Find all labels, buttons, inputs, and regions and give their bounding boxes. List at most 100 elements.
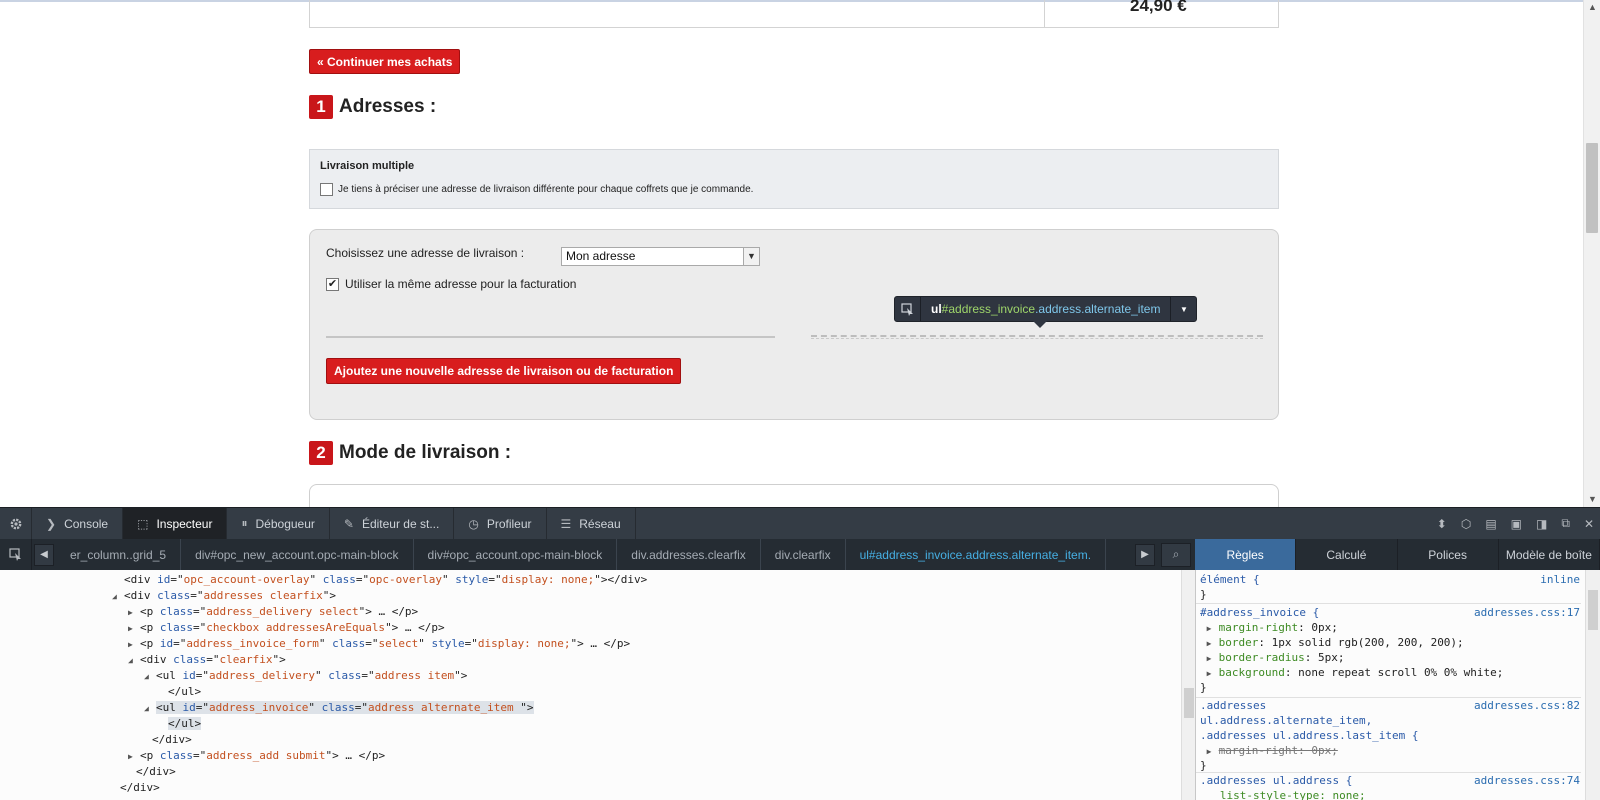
- dropdown-arrow-icon[interactable]: ▼: [1170, 297, 1196, 321]
- markup-node[interactable]: <div id="opc_account-overlay" class="opc…: [112, 572, 647, 588]
- markup-node[interactable]: ▶ <p class="address_add submit"> … </p>: [128, 748, 385, 764]
- tab-debugger[interactable]: ⏸ Débogueur: [227, 508, 330, 539]
- multiple-delivery-checkbox[interactable]: [320, 183, 333, 196]
- tab-style-editor[interactable]: ✎ Éditeur de st...: [330, 508, 455, 539]
- expand-arrow-icon[interactable]: ▶: [1207, 651, 1219, 666]
- rule-selector[interactable]: ul.address.alternate_item,: [1200, 713, 1580, 728]
- chevron-down-icon[interactable]: ▼: [743, 248, 759, 265]
- tab-inspector[interactable]: ⬚ Inspecteur: [123, 508, 228, 539]
- pick-element-icon[interactable]: [895, 297, 921, 321]
- markup-node[interactable]: </div>: [108, 780, 160, 796]
- rule-source[interactable]: inline: [1540, 572, 1580, 587]
- markup-node[interactable]: ▶ <p class="checkbox addressesAreEquals">…: [128, 620, 445, 636]
- rule-selector[interactable]: #address_invoice {: [1200, 606, 1319, 619]
- paintbrush-icon[interactable]: ⬍: [1437, 517, 1447, 531]
- markup-scrollbar[interactable]: [1181, 570, 1195, 800]
- breadcrumb-item[interactable]: er_column..grid_5: [56, 539, 182, 570]
- markup-node[interactable]: </ul>: [156, 684, 201, 700]
- markup-node[interactable]: </div>: [124, 764, 176, 780]
- multiple-delivery-option[interactable]: Je tiens à préciser une adresse de livra…: [320, 183, 753, 196]
- pick-element-icon[interactable]: [0, 539, 32, 570]
- tab-rules[interactable]: Règles: [1195, 539, 1297, 570]
- same-address-checkbox[interactable]: ✔: [326, 277, 339, 291]
- markup-scroll-thumb[interactable]: [1184, 688, 1194, 718]
- page-scroll-thumb[interactable]: [1586, 143, 1598, 233]
- rule-selector[interactable]: .addresses ul.address.last_item {: [1200, 728, 1580, 743]
- breadcrumb-item[interactable]: div.addresses.clearfix: [617, 539, 761, 570]
- rule-property[interactable]: ▶ margin-right: 0px;: [1200, 620, 1580, 635]
- expand-arrow-icon[interactable]: ▶: [128, 637, 140, 653]
- dock-side-icon[interactable]: ◨: [1536, 517, 1547, 531]
- tab-console[interactable]: ❯ Console: [32, 508, 124, 539]
- page-scrollbar[interactable]: ▲ ▼: [1583, 0, 1600, 507]
- close-icon[interactable]: ✕: [1584, 517, 1594, 531]
- gear-icon[interactable]: [0, 508, 32, 539]
- rule-property[interactable]: ▶ background: none repeat scroll 0% 0% wh…: [1200, 665, 1580, 680]
- search-icon[interactable]: ⌕: [1161, 542, 1191, 567]
- property-value[interactable]: 5px;: [1318, 651, 1345, 664]
- expand-arrow-icon[interactable]: ▶: [128, 749, 140, 765]
- rule-source[interactable]: addresses.css:17: [1474, 605, 1580, 620]
- property-name[interactable]: margin-right: [1219, 621, 1298, 634]
- markup-node[interactable]: ▶ <p id="address_invoice_form" class="sel…: [128, 636, 630, 652]
- breadcrumb-item[interactable]: div.clearfix: [761, 539, 846, 570]
- rule-selector[interactable]: .addresses ul.address {: [1200, 774, 1352, 787]
- markup-node[interactable]: </div>: [140, 732, 192, 748]
- breadcrumb-item[interactable]: div#opc_account.opc-main-block: [414, 539, 618, 570]
- same-address-option[interactable]: ✔ Utiliser la même adresse pour la factu…: [326, 277, 576, 291]
- markup-node[interactable]: ◢ <div class="addresses clearfix">: [112, 588, 336, 604]
- 3d-view-icon[interactable]: ⬡: [1461, 517, 1471, 531]
- tab-profiler[interactable]: ◷ Profileur: [454, 508, 547, 539]
- expand-arrow-icon[interactable]: ◢: [144, 701, 156, 717]
- tab-fonts[interactable]: Polices: [1398, 539, 1499, 570]
- markup-node[interactable]: ◢ <ul id="address_invoice" class="address…: [144, 700, 534, 716]
- continue-shopping-button[interactable]: « Continuer mes achats: [309, 49, 461, 74]
- scratchpad-icon[interactable]: ▤: [1485, 517, 1496, 531]
- markup-node[interactable]: </ul>: [156, 716, 202, 732]
- rule-property[interactable]: ▶ border: 1px solid rgb(200, 200, 200);: [1200, 635, 1580, 650]
- breadcrumb-item[interactable]: div#opc_new_account.opc-main-block: [181, 539, 414, 570]
- expand-arrow-icon[interactable]: ◢: [112, 589, 124, 605]
- tab-computed[interactable]: Calculé: [1296, 539, 1398, 570]
- expand-arrow-icon[interactable]: ◢: [128, 653, 140, 669]
- markup-node[interactable]: ◢ <ul id="address_delivery" class="addres…: [144, 668, 467, 684]
- scroll-up-icon[interactable]: ▲: [1584, 0, 1600, 14]
- property-name[interactable]: list-style-type: none;: [1220, 789, 1366, 800]
- rule-property-overridden[interactable]: ▶ margin-right: 0px;: [1200, 743, 1580, 758]
- expand-arrow-icon[interactable]: ▶: [128, 605, 140, 621]
- rule-property[interactable]: list-style-type: none;: [1200, 788, 1580, 800]
- breadcrumb-item-selected[interactable]: ul#address_invoice.address.alternate_ite…: [846, 539, 1107, 570]
- property-name[interactable]: border: [1219, 636, 1259, 649]
- property-name[interactable]: background: [1219, 666, 1285, 679]
- property-name[interactable]: border-radius: [1219, 651, 1305, 664]
- property-value[interactable]: 0px;: [1311, 621, 1338, 634]
- responsive-icon[interactable]: ▣: [1511, 517, 1522, 531]
- breadcrumb-scroll-right-icon[interactable]: ▶: [1135, 543, 1155, 566]
- undock-icon[interactable]: ⧉: [1561, 516, 1570, 531]
- tab-network[interactable]: ☰ Réseau: [547, 508, 636, 539]
- add-address-button[interactable]: Ajoutez une nouvelle adresse de livraiso…: [326, 358, 682, 384]
- overridden-property[interactable]: margin-right: 0px;: [1219, 744, 1338, 757]
- markup-node-text: <p class="address_add submit"> … </p>: [140, 749, 386, 762]
- tab-box-model[interactable]: Modèle de boîte: [1499, 539, 1600, 570]
- property-value[interactable]: 1px solid rgb(200, 200, 200);: [1272, 636, 1464, 649]
- expand-arrow-icon[interactable]: ▶: [1207, 744, 1219, 759]
- markup-node[interactable]: ◢ <div class="clearfix">: [128, 652, 286, 668]
- rule-source[interactable]: addresses.css:82: [1474, 698, 1580, 713]
- expand-arrow-icon[interactable]: ▶: [1207, 666, 1219, 681]
- scroll-down-icon[interactable]: ▼: [1584, 492, 1600, 506]
- rule-selector[interactable]: élément {: [1200, 573, 1260, 586]
- markup-node[interactable]: ▶ <p class="address_delivery select"> … <…: [128, 604, 418, 620]
- expand-arrow-icon[interactable]: ◢: [144, 669, 156, 685]
- property-value[interactable]: none repeat scroll 0% 0% white;: [1298, 666, 1503, 679]
- rule-selector[interactable]: .addresses: [1200, 699, 1266, 712]
- expand-arrow-icon[interactable]: ▶: [1207, 636, 1219, 651]
- delivery-address-select[interactable]: Mon adresse ▼: [561, 247, 760, 266]
- rule-source[interactable]: addresses.css:74: [1474, 773, 1580, 788]
- expand-arrow-icon[interactable]: ▶: [128, 621, 140, 637]
- rules-scroll-thumb[interactable]: [1588, 590, 1598, 630]
- rule-property[interactable]: ▶ border-radius: 5px;: [1200, 650, 1580, 665]
- breadcrumb-scroll-left-icon[interactable]: ◀: [34, 543, 54, 566]
- expand-arrow-icon[interactable]: ▶: [1207, 621, 1219, 636]
- rules-scrollbar[interactable]: [1585, 570, 1600, 800]
